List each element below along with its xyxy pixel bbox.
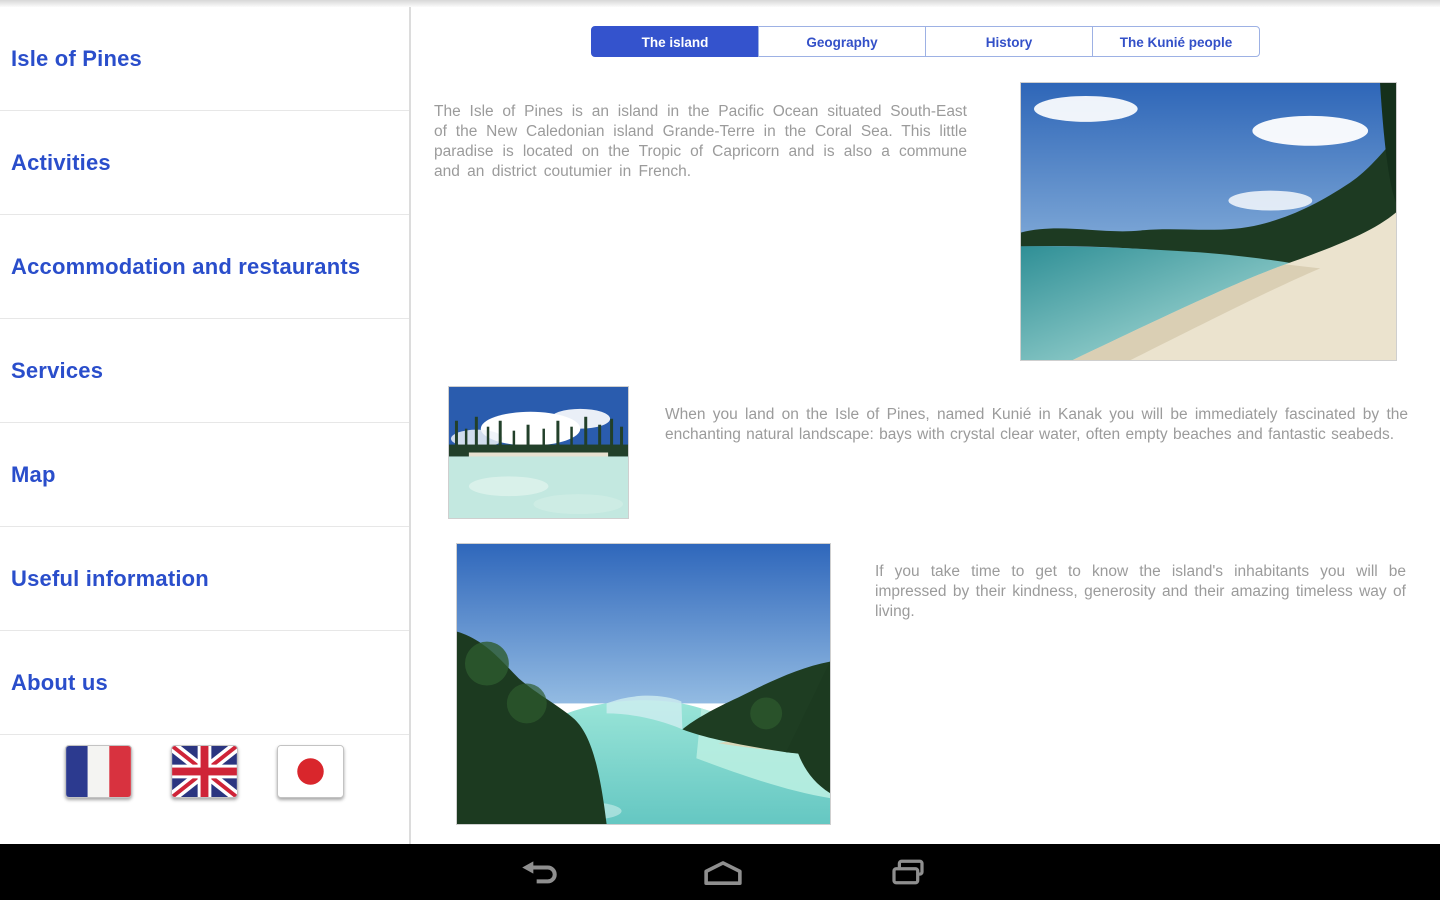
sidebar-item-map[interactable]: Map xyxy=(0,423,409,527)
beach-bay-photo xyxy=(1020,82,1397,361)
sidebar-item-services[interactable]: Services xyxy=(0,319,409,423)
sidebar-item-accommodation[interactable]: Accommodation and restaurants xyxy=(0,215,409,319)
tab-history[interactable]: History xyxy=(925,26,1093,57)
android-nav-bar xyxy=(0,844,1440,900)
uk-flag-graphic xyxy=(172,746,237,797)
sidebar-item-label: About us xyxy=(11,669,108,695)
tab-the-island[interactable]: The island xyxy=(591,26,759,57)
sidebar-item-label: Map xyxy=(11,461,56,487)
tab-kunie-people[interactable]: The Kunié people xyxy=(1092,26,1260,57)
back-icon xyxy=(522,860,557,883)
french-flag-graphic xyxy=(66,746,131,797)
app-screen: Isle of Pines Activities Accommodation a… xyxy=(0,0,1440,900)
uk-flag-icon[interactable] xyxy=(171,745,238,798)
sidebar-item-activities[interactable]: Activities xyxy=(0,111,409,215)
content-tab-bar: The island Geography History The Kunié p… xyxy=(591,26,1260,57)
river-channel-graphic xyxy=(457,544,830,824)
sidebar-item-label: Isle of Pines xyxy=(11,45,142,71)
language-selector xyxy=(0,745,409,798)
sidebar-item-isle-of-pines[interactable]: Isle of Pines xyxy=(0,7,409,111)
sidebar: Isle of Pines Activities Accommodation a… xyxy=(0,7,409,844)
sidebar-item-label: Activities xyxy=(11,149,111,175)
pine-lagoon-photo xyxy=(448,386,629,519)
intro-paragraph: The Isle of Pines is an island in the Pa… xyxy=(434,102,967,180)
sidebar-divider xyxy=(409,7,411,844)
top-shadow-strip xyxy=(0,0,1440,7)
sidebar-item-useful-information[interactable]: Useful information xyxy=(0,527,409,631)
river-channel-photo xyxy=(456,543,831,825)
french-flag-icon[interactable] xyxy=(65,745,132,798)
japan-flag-graphic xyxy=(278,746,343,797)
sidebar-item-about-us[interactable]: About us xyxy=(0,631,409,735)
pine-lagoon-graphic xyxy=(449,387,628,518)
recents-icon xyxy=(892,859,924,885)
landscape-paragraph: When you land on the Isle of Pines, name… xyxy=(665,405,1408,443)
home-button[interactable] xyxy=(678,844,768,900)
back-button[interactable] xyxy=(495,844,585,900)
sidebar-item-label: Accommodation and restaurants xyxy=(11,253,361,279)
inhabitants-paragraph: If you take time to get to know the isla… xyxy=(875,562,1406,620)
sidebar-item-label: Useful information xyxy=(11,565,209,591)
sidebar-item-label: Services xyxy=(11,357,104,383)
japan-flag-icon[interactable] xyxy=(277,745,344,798)
recents-button[interactable] xyxy=(863,844,953,900)
home-icon xyxy=(704,860,742,885)
beach-bay-graphic xyxy=(1021,83,1396,360)
tab-geography[interactable]: Geography xyxy=(758,26,926,57)
